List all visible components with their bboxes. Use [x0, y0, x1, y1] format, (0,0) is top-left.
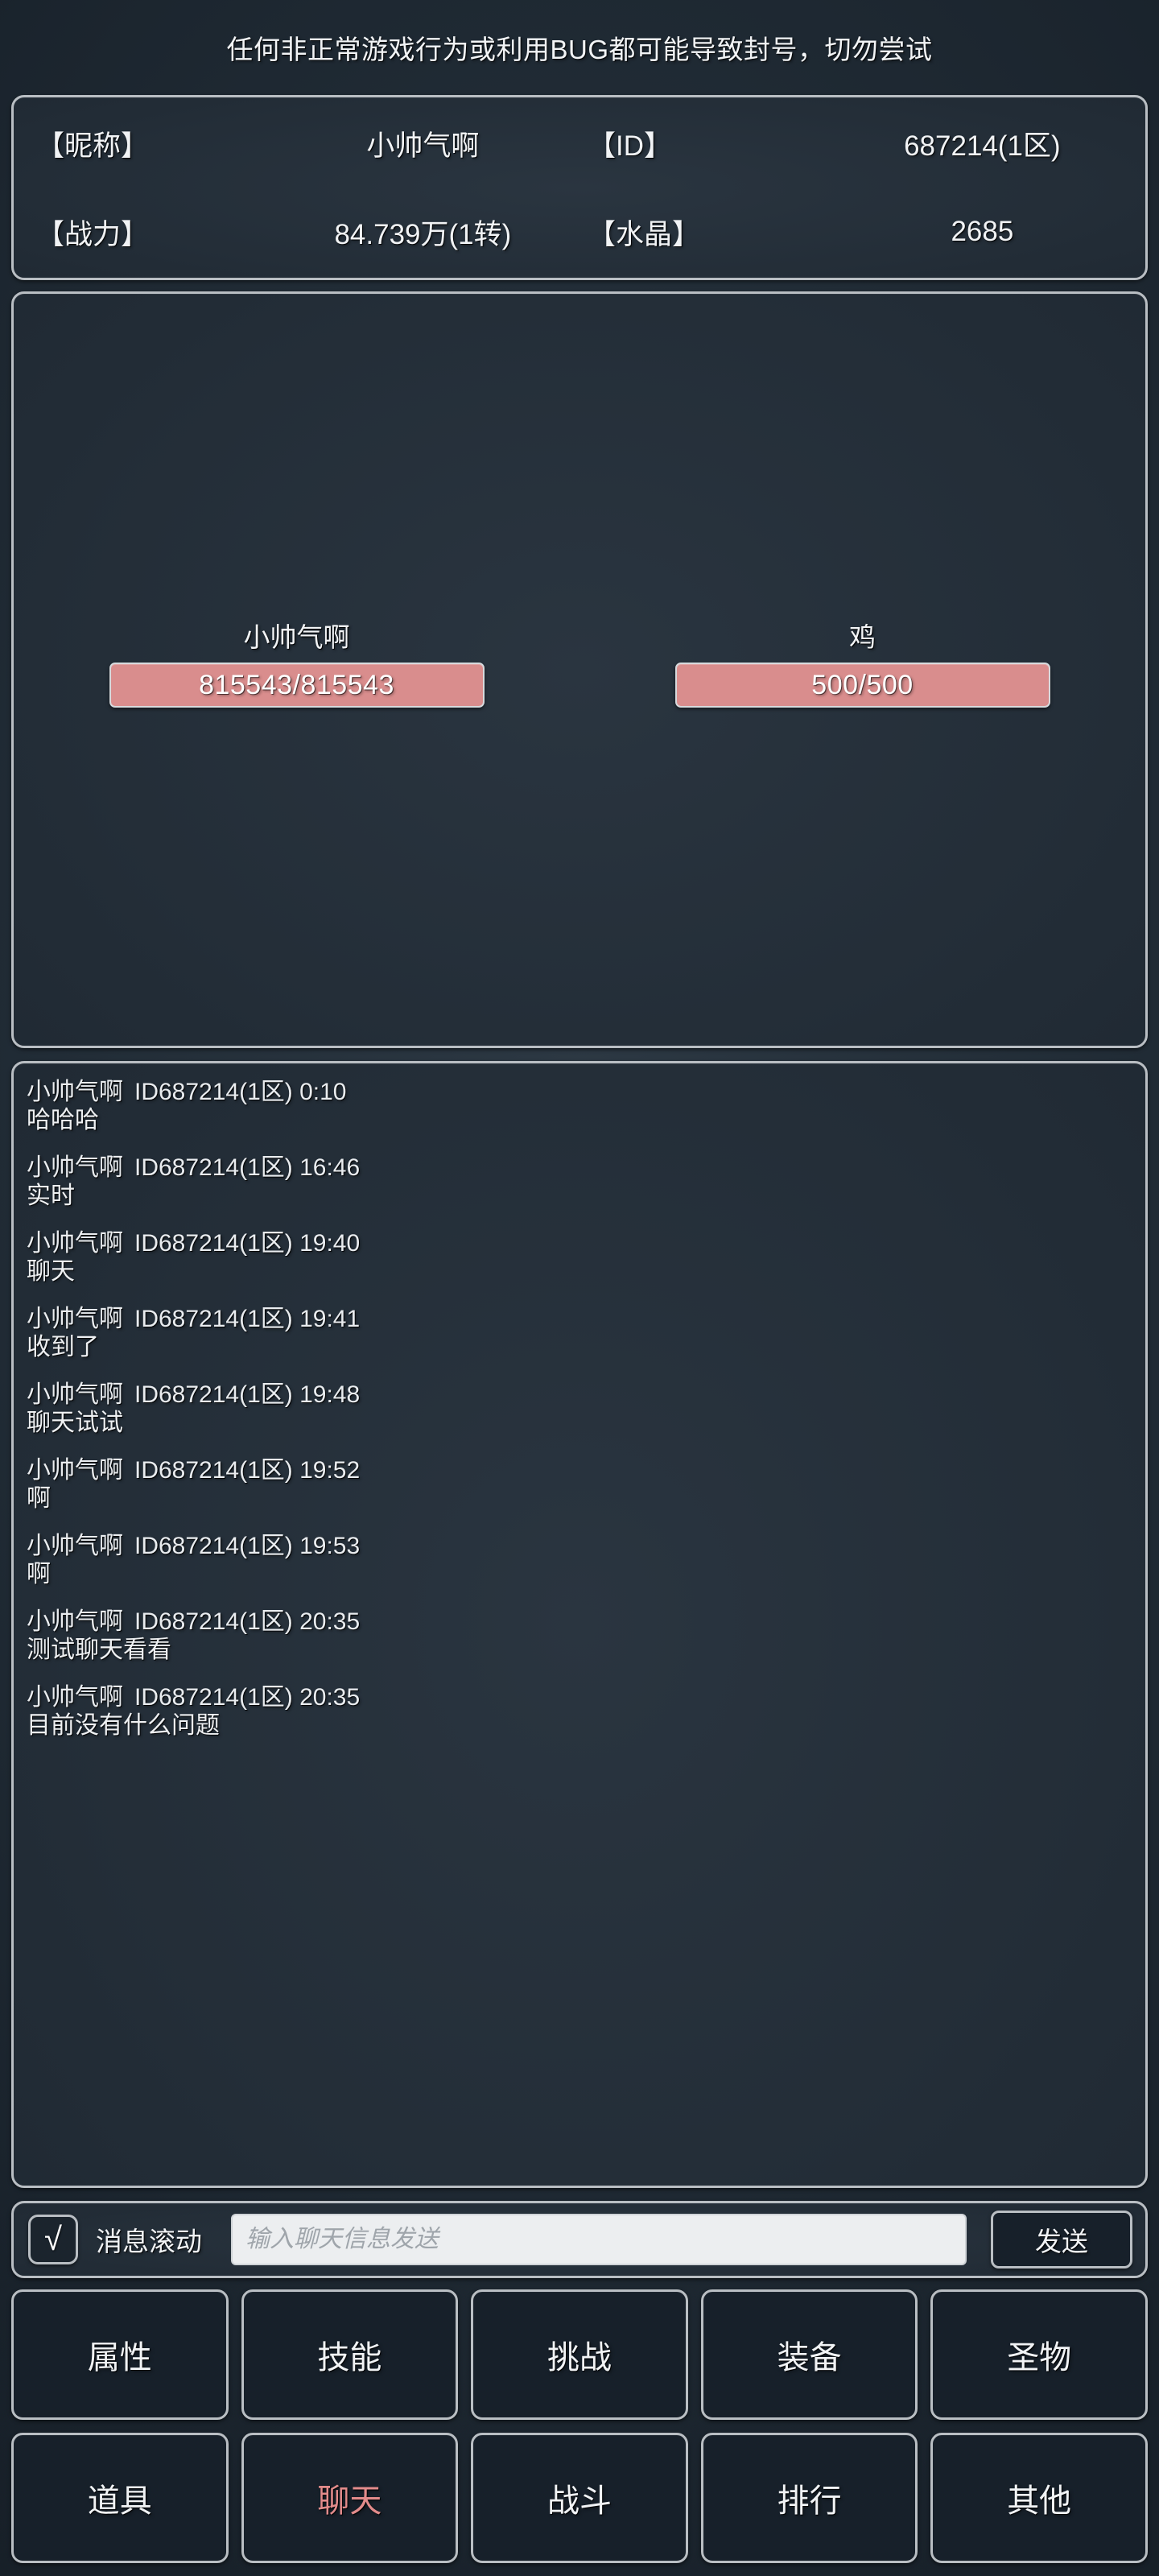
id-value: 687214(1区): [904, 130, 1061, 162]
chat-message: 小帅气啊 ID687214(1区) 19:53 啊: [27, 1532, 1132, 1590]
player-hp-bar: 815543/815543: [109, 663, 485, 708]
enemy-hp-text: 500/500: [811, 669, 914, 700]
chat-message-meta: 小帅气啊 ID687214(1区) 19:53: [27, 1532, 1132, 1560]
message-scroll-checkbox[interactable]: √: [28, 2215, 78, 2264]
chat-message-body: 收到了: [27, 1334, 99, 1361]
chat-message-sender: 小帅气啊: [27, 1683, 123, 1711]
enemy-name: 鸡: [849, 622, 876, 652]
chat-message-body: 啊: [27, 1485, 51, 1513]
nav-button-装备[interactable]: 装备: [700, 2289, 918, 2420]
chat-message-sender: 小帅气啊: [27, 1305, 123, 1332]
nav-button-排行[interactable]: 排行: [700, 2433, 918, 2563]
power-label: 【战力】: [36, 218, 150, 250]
chat-message-id-time: ID687214(1区) 20:35: [134, 1608, 361, 1635]
chat-message-meta: 小帅气啊 ID687214(1区) 19:52: [27, 1456, 1132, 1484]
power-value: 84.739万(1转): [334, 218, 512, 250]
chat-message: 小帅气啊 ID687214(1区) 19:52 啊: [27, 1456, 1132, 1514]
player-info-panel: 【昵称】 小帅气啊 【ID】 687214(1区) 【战力】 84.739万(1…: [11, 95, 1148, 280]
player-info-row-1: 【昵称】 小帅气啊 【ID】 687214(1区): [20, 99, 1139, 188]
message-scroll-label: 消息滚动: [96, 2227, 202, 2256]
chat-message-body: 目前没有什么问题: [27, 1712, 220, 1740]
checkmark-icon: √: [44, 2222, 62, 2257]
chat-message-id-time: ID687214(1区) 19:48: [134, 1381, 361, 1408]
chat-message-sender: 小帅气啊: [27, 1154, 123, 1181]
nav-button-属性[interactable]: 属性: [11, 2289, 229, 2420]
chat-message-sender: 小帅气啊: [27, 1381, 123, 1408]
player-hp-text: 815543/815543: [199, 669, 394, 700]
chat-message-body: 聊天试试: [27, 1410, 123, 1437]
bottom-nav-grid: 属性 技能 挑战 装备 圣物道具 聊天 战斗 排行 其他: [11, 2289, 1148, 2563]
chat-message-id-time: ID687214(1区) 19:40: [134, 1229, 361, 1257]
chat-message-body: 啊: [27, 1561, 51, 1588]
chat-message-meta: 小帅气啊 ID687214(1区) 20:35: [27, 1683, 1132, 1711]
chat-message-sender: 小帅气啊: [27, 1079, 123, 1105]
chat-message-meta: 小帅气啊 ID687214(1区) 19:40: [27, 1229, 1132, 1257]
crystal-label: 【水晶】: [587, 218, 700, 250]
combatant-enemy: 鸡 500/500: [580, 616, 1145, 708]
game-screen: 任何非正常游戏行为或利用BUG都可能导致封号，切勿尝试 【昵称】 小帅气啊 【I…: [0, 0, 1159, 2576]
chat-message-body: 测试聊天看看: [27, 1637, 171, 1664]
send-button[interactable]: 发送: [991, 2211, 1132, 2268]
chat-message-id-time: ID687214(1区) 19:41: [134, 1305, 361, 1332]
crystal-value: 2685: [951, 216, 1014, 247]
chat-message-meta: 小帅气啊 ID687214(1区) 20:35: [27, 1608, 1132, 1636]
nav-button-道具[interactable]: 道具: [11, 2433, 229, 2563]
nickname-value: 小帅气啊: [366, 130, 480, 162]
nav-button-挑战[interactable]: 挑战: [471, 2289, 688, 2420]
chat-message: 小帅气啊 ID687214(1区) 20:35 目前没有什么问题: [27, 1683, 1132, 1741]
chat-input-bar: √ 消息滚动 发送: [11, 2201, 1148, 2278]
chat-message-meta: 小帅气啊 ID687214(1区) 16:46: [27, 1154, 1132, 1182]
notice-text: 任何非正常游戏行为或利用BUG都可能导致封号，切勿尝试: [226, 35, 933, 64]
chat-message-id-time: ID687214(1区) 16:46: [134, 1154, 361, 1181]
chat-message: 小帅气啊 ID687214(1区) 0:10 哈哈哈: [27, 1078, 1132, 1136]
combatant-player: 小帅气啊 815543/815543: [14, 616, 580, 708]
nav-button-聊天[interactable]: 聊天: [241, 2433, 459, 2563]
chat-message-meta: 小帅气啊 ID687214(1区) 19:48: [27, 1381, 1132, 1409]
chat-message-input[interactable]: [231, 2214, 967, 2265]
nav-button-其他[interactable]: 其他: [930, 2433, 1148, 2563]
chat-message: 小帅气啊 ID687214(1区) 20:35 测试聊天看看: [27, 1608, 1132, 1666]
chat-message: 小帅气啊 ID687214(1区) 19:41 收到了: [27, 1305, 1132, 1363]
nav-button-圣物[interactable]: 圣物: [930, 2289, 1148, 2420]
id-label: 【ID】: [587, 130, 672, 162]
chat-message-id-time: ID687214(1区) 20:35: [134, 1683, 361, 1711]
chat-message: 小帅气啊 ID687214(1区) 19:48 聊天试试: [27, 1381, 1132, 1439]
chat-message-id-time: ID687214(1区) 19:52: [134, 1456, 361, 1484]
chat-message-sender: 小帅气啊: [27, 1532, 123, 1559]
chat-message-body: 实时: [27, 1183, 75, 1210]
chat-message: 小帅气啊 ID687214(1区) 16:46 实时: [27, 1154, 1132, 1212]
chat-message-body: 聊天: [27, 1258, 75, 1286]
chat-message-meta: 小帅气啊 ID687214(1区) 0:10: [27, 1078, 1132, 1106]
chat-log-panel[interactable]: 小帅气啊 ID687214(1区) 0:10 哈哈哈 小帅气啊 ID687214(1区)…: [11, 1061, 1148, 2188]
enemy-hp-bar: 500/500: [674, 663, 1050, 708]
chat-message-id-time: ID687214(1区) 19:53: [134, 1532, 361, 1559]
combatants-row: 小帅气啊 815543/815543 鸡 500/500: [14, 616, 1145, 708]
player-info-row-2: 【战力】 84.739万(1转) 【水晶】 2685: [20, 188, 1139, 276]
player-name: 小帅气啊: [243, 622, 350, 652]
chat-message: 小帅气啊 ID687214(1区) 19:40 聊天: [27, 1229, 1132, 1287]
battle-panel: 小帅气啊 815543/815543 鸡 500/500: [11, 291, 1148, 1048]
chat-message-sender: 小帅气啊: [27, 1608, 123, 1635]
chat-message-meta: 小帅气啊 ID687214(1区) 19:41: [27, 1305, 1132, 1333]
nickname-label: 【昵称】: [36, 130, 150, 162]
chat-message-body: 哈哈哈: [27, 1107, 99, 1134]
chat-message-sender: 小帅气啊: [27, 1456, 123, 1484]
chat-message-id-time: ID687214(1区) 0:10: [134, 1079, 347, 1105]
chat-message-sender: 小帅气啊: [27, 1229, 123, 1257]
nav-button-技能[interactable]: 技能: [241, 2289, 459, 2420]
nav-button-战斗[interactable]: 战斗: [471, 2433, 688, 2563]
notice-banner: 任何非正常游戏行为或利用BUG都可能导致封号，切勿尝试: [11, 0, 1148, 95]
